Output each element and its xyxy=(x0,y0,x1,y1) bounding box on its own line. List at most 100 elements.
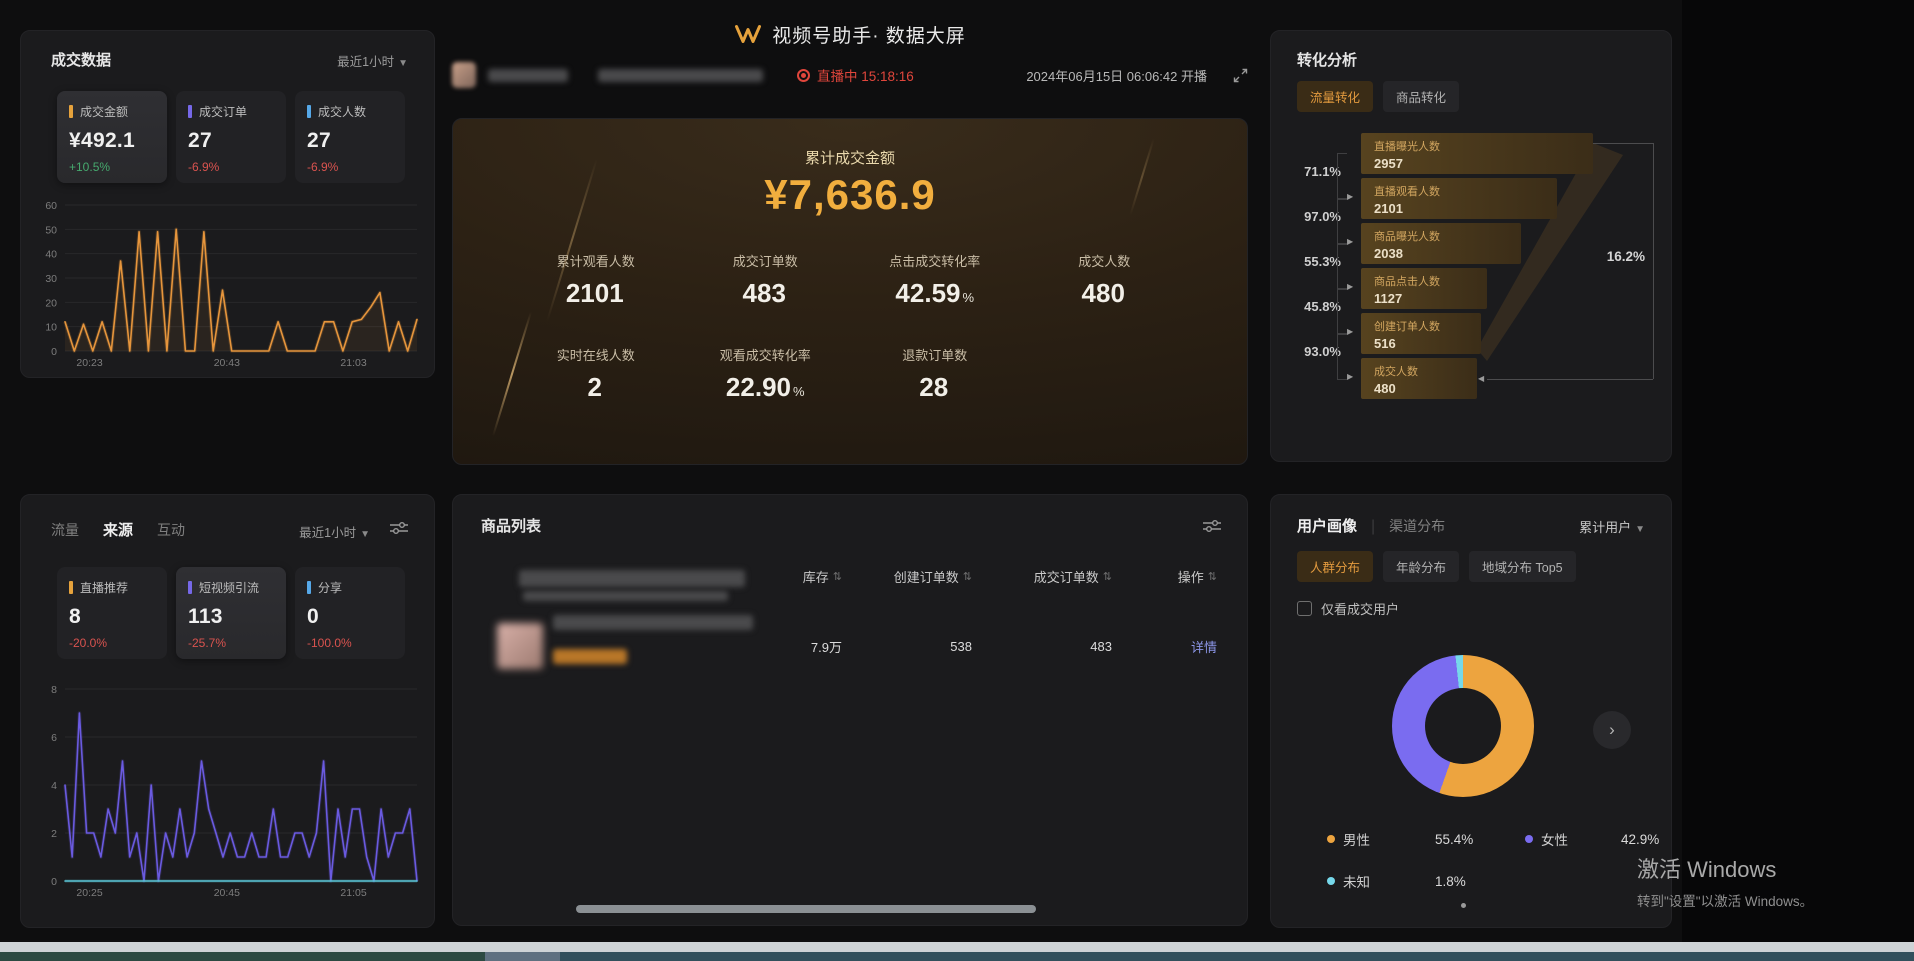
column-header-stock[interactable]: 库存⇅ xyxy=(747,567,842,586)
stat-deal-users: 成交人数480 xyxy=(1020,251,1190,309)
hero-label: 累计成交金额 xyxy=(453,147,1247,168)
svg-text:4: 4 xyxy=(51,780,57,792)
live-timer: 15:18:16 xyxy=(861,69,914,84)
conversion-analysis-panel: 转化分析 流量转化 商品转化 直播曝光人数2957 直播观看人数2101 商品曝… xyxy=(1270,30,1672,462)
streamer-avatar xyxy=(452,62,476,88)
fullscreen-icon[interactable] xyxy=(1233,68,1248,83)
series-marker xyxy=(69,581,73,594)
chevron-down-icon: ▼ xyxy=(398,58,408,69)
cell-stock: 7.9万 xyxy=(747,637,842,656)
tab-channel-distribution[interactable]: 渠道分布 xyxy=(1389,516,1445,536)
svg-text:21:05: 21:05 xyxy=(340,887,366,899)
svg-text:0: 0 xyxy=(51,876,57,888)
stream-start-time: 2024年06月15日 06:06:42 开播 xyxy=(1026,66,1207,85)
legend-pct-female: 42.9% xyxy=(1621,832,1701,847)
hero-value: ¥7,636.9 xyxy=(453,171,1247,219)
tab-gender-distribution[interactable]: 人群分布 xyxy=(1297,551,1373,582)
legend-pct-unknown: 1.8% xyxy=(1435,874,1525,889)
stat-total-viewers: 累计观看人数2101 xyxy=(511,251,681,309)
funnel-stage: 商品点击人数1127 xyxy=(1361,268,1487,309)
series-marker xyxy=(69,105,73,118)
audience-panel: 用户画像 | 渠道分布 累计用户▼ 人群分布 年龄分布 地域分布 Top5 仅看… xyxy=(1270,494,1672,928)
legend-item-unknown[interactable]: 未知 xyxy=(1327,871,1435,891)
carousel-next-button[interactable]: › xyxy=(1593,711,1631,749)
legend-item-female[interactable]: 女性 xyxy=(1525,829,1621,849)
carousel-dot[interactable] xyxy=(1461,903,1466,908)
taskbar-edge xyxy=(0,952,1914,961)
legend-dot xyxy=(1327,877,1335,885)
cell-created-orders: 538 xyxy=(842,639,972,654)
tab-traffic[interactable]: 流量 xyxy=(51,520,79,540)
tab-interaction[interactable]: 互动 xyxy=(157,520,185,540)
metric-card-sales-users[interactable]: 成交人数 27 -6.9% xyxy=(295,91,405,183)
svg-text:20: 20 xyxy=(45,297,57,309)
user-scope-filter[interactable]: 累计用户▼ xyxy=(1579,517,1645,536)
funnel-stage: 直播观看人数2101 xyxy=(1361,178,1557,219)
column-header-action[interactable]: 操作⇅ xyxy=(1112,567,1217,586)
funnel-stage: 创建订单人数516 xyxy=(1361,313,1481,354)
funnel-step-rate: 55.3% xyxy=(1285,254,1341,269)
product-thumbnail xyxy=(497,623,543,669)
metric-card-sales-amount[interactable]: 成交金额 ¥492.1 +10.5% xyxy=(57,91,167,183)
redacted-product-name xyxy=(553,615,753,630)
funnel-overall-rate: 16.2% xyxy=(1583,249,1645,264)
sort-icon: ⇅ xyxy=(833,570,842,583)
traffic-source-panel: 流量 来源 互动 最近1小时▼ 直播推荐 8 -20.0% 短视频引流 113 … xyxy=(20,494,435,928)
funnel-step-rate: 93.0% xyxy=(1285,344,1341,359)
app-title-bar: 视频号助手· 数据大屏 xyxy=(452,16,1248,52)
tab-age-distribution[interactable]: 年龄分布 xyxy=(1383,551,1459,582)
sort-icon: ⇅ xyxy=(963,570,972,583)
metric-card-short-video[interactable]: 短视频引流 113 -25.7% xyxy=(176,567,286,659)
filter-sliders-icon[interactable] xyxy=(390,521,408,540)
donut-hole xyxy=(1425,688,1501,764)
column-header-deal-orders[interactable]: 成交订单数⇅ xyxy=(972,567,1112,586)
funnel-stage: 直播曝光人数2957 xyxy=(1361,133,1593,174)
funnel-arrow-icon: ▶ xyxy=(1347,282,1353,291)
series-marker xyxy=(307,581,311,594)
taskbar-scroll-thumb[interactable] xyxy=(485,952,560,961)
funnel-arrow-icon: ▶ xyxy=(1347,372,1353,381)
funnel-arrow-icon: ▶ xyxy=(1347,237,1353,246)
legend-item-male[interactable]: 男性 xyxy=(1327,829,1435,849)
product-list-panel: 商品列表 库存⇅ 创建订单数⇅ 成交订单数⇅ 操作⇅ 7.9万 538 483 … xyxy=(452,494,1248,926)
window-right-gutter xyxy=(1682,0,1914,942)
live-label: 直播中 xyxy=(817,69,858,84)
channels-logo-icon xyxy=(734,23,762,45)
svg-text:40: 40 xyxy=(45,249,57,261)
metric-card-share[interactable]: 分享 0 -100.0% xyxy=(295,567,405,659)
metric-card-sales-orders[interactable]: 成交订单 27 -6.9% xyxy=(176,91,286,183)
detail-link[interactable]: 详情 xyxy=(1112,637,1217,656)
series-marker xyxy=(188,105,192,118)
series-marker xyxy=(307,105,311,118)
redacted-table-header xyxy=(523,591,728,601)
stat-view-conversion: 观看成交转化率22.90% xyxy=(681,345,851,403)
live-dot-icon xyxy=(797,69,810,82)
deal-users-only-checkbox[interactable] xyxy=(1297,601,1312,616)
funnel-chart: 直播曝光人数2957 直播观看人数2101 商品曝光人数2038 商品点击人数1… xyxy=(1271,31,1673,463)
tab-region-distribution[interactable]: 地域分布 Top5 xyxy=(1469,551,1576,582)
legend-dot xyxy=(1525,835,1533,843)
filter-sliders-icon[interactable] xyxy=(1203,519,1221,538)
page-horizontal-scrollbar[interactable] xyxy=(0,942,1914,952)
column-header-created-orders[interactable]: 创建订单数⇅ xyxy=(842,567,972,586)
funnel-stage: 成交人数480 xyxy=(1361,358,1477,399)
svg-text:21:03: 21:03 xyxy=(340,357,366,369)
chevron-down-icon: ▼ xyxy=(360,529,370,540)
windows-activation-watermark: 激活 Windows 转到"设置"以激活 Windows。 xyxy=(1637,852,1813,910)
traffic-trend-chart: 0246820:2520:4521:05 xyxy=(33,681,425,901)
stat-deal-orders: 成交订单数483 xyxy=(681,251,851,309)
tab-source[interactable]: 来源 xyxy=(103,519,133,540)
redacted-account-name xyxy=(488,69,568,82)
svg-text:6: 6 xyxy=(51,732,57,744)
tab-user-profile[interactable]: 用户画像 xyxy=(1297,515,1357,536)
products-horizontal-scrollbar[interactable] xyxy=(576,905,1036,913)
traffic-time-filter[interactable]: 最近1小时▼ xyxy=(299,522,370,541)
cell-deal-orders: 483 xyxy=(972,639,1112,654)
funnel-arrow-icon: ▶ xyxy=(1347,327,1353,336)
metric-card-live-recommend[interactable]: 直播推荐 8 -20.0% xyxy=(57,567,167,659)
redacted-product-price xyxy=(553,649,627,664)
svg-text:20:23: 20:23 xyxy=(76,357,102,369)
stat-online-now: 实时在线人数2 xyxy=(511,345,681,403)
sales-time-filter[interactable]: 最近1小时▼ xyxy=(337,51,408,70)
svg-text:60: 60 xyxy=(45,200,57,212)
